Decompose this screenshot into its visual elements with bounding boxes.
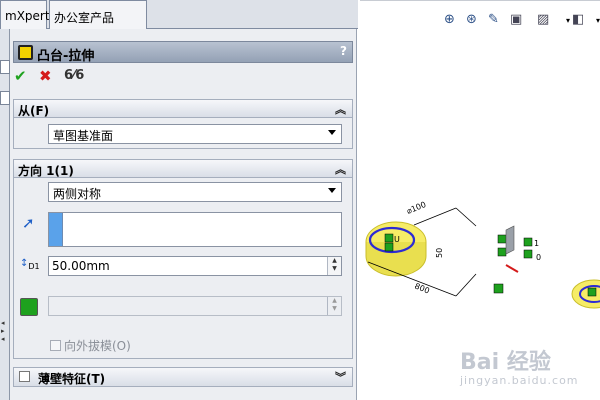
sliver-tab-2[interactable] xyxy=(0,91,10,105)
sketch-relation-marker xyxy=(587,287,597,297)
sketch-relation-marker xyxy=(523,249,533,259)
from-start-condition-value: 草图基准面 xyxy=(53,129,114,143)
reverse-direction-arrow-icon[interactable]: ➚ xyxy=(22,214,35,232)
display-style-dropdown-icon[interactable]: ▾ xyxy=(596,16,600,25)
end-condition-select[interactable]: 两侧对称 xyxy=(48,182,342,202)
zoom-to-area-icon[interactable]: ⊛ xyxy=(466,12,477,27)
viewport-top-edge xyxy=(360,0,600,4)
from-group-header[interactable]: 从(F) ︽ xyxy=(14,100,352,118)
selection-box-highlight xyxy=(49,213,63,246)
property-manager-header: 凸台-拉伸 ? xyxy=(13,41,353,64)
watermark: Bai 经验 jingyan.baidu.com xyxy=(460,344,579,387)
view-orientation-dropdown-icon[interactable]: ▾ xyxy=(566,16,570,25)
sketch-label-1: 1 xyxy=(534,239,539,248)
draft-spin-buttons: ▲ ▼ xyxy=(327,297,341,315)
draft-outward-label: 向外拔模(O) xyxy=(64,339,131,353)
watermark-sub: jingyan.baidu.com xyxy=(460,374,579,387)
panel-collapse-arrows[interactable]: ◂ ▸ ◂ xyxy=(1,319,5,343)
ok-check-icon[interactable]: ✔ xyxy=(14,67,27,85)
zoom-to-fit-icon[interactable]: ⊕ xyxy=(444,12,455,27)
draft-on-off-icon[interactable] xyxy=(20,298,38,316)
collapse-chevron-icon[interactable]: ︽ xyxy=(335,161,346,177)
dimension-small: 50 xyxy=(435,248,444,258)
end-condition-value: 两侧对称 xyxy=(53,187,102,201)
dim-line-width-ext xyxy=(455,273,477,297)
thin-feature-group: 薄壁特征(T) ︾ xyxy=(13,367,353,387)
extrude-drag-handle[interactable] xyxy=(505,225,515,255)
origin-marker xyxy=(493,283,504,294)
dim-line-dia-ext xyxy=(455,207,477,227)
previous-view-icon[interactable]: ✎ xyxy=(488,12,499,27)
section-view-icon[interactable]: ▣ xyxy=(510,12,522,27)
thin-feature-title: 薄壁特征(T) xyxy=(38,372,106,386)
dropdown-arrow-icon xyxy=(328,130,336,135)
sketch-relation-marker xyxy=(384,242,394,252)
thin-feature-checkbox[interactable] xyxy=(19,371,30,382)
tab-bar: mXpert 办公室产品 xyxy=(0,0,358,29)
origin-marker xyxy=(497,234,507,244)
property-manager: 凸台-拉伸 ? ✔ ✖ 6⁄6 从(F) ︽ 草图基准面 方向 1(1) ︽ 两… xyxy=(10,29,357,400)
from-group-title: 从(F) xyxy=(18,104,50,118)
dropdown-arrow-icon xyxy=(328,188,336,193)
sketch-relation-marker xyxy=(384,233,394,243)
direction1-group: 方向 1(1) ︽ 两侧对称 ➚ ↕D1 50.00mm ▲ ▼ ▲ ▼ 向外拔模(… xyxy=(13,159,353,359)
feature-title: 凸台-拉伸 xyxy=(37,49,95,64)
sliver-tab-1[interactable] xyxy=(0,60,10,74)
draft-outward-checkbox: 向外拔模(O) xyxy=(50,337,131,354)
sketch-label-0: 0 xyxy=(536,253,541,262)
depth-icon-label: D1 xyxy=(28,262,40,271)
thin-feature-group-header[interactable]: 薄壁特征(T) ︾ xyxy=(14,368,352,386)
direction-reference-selection-box[interactable] xyxy=(48,212,342,247)
tab-office-products[interactable]: 办公室产品 xyxy=(49,0,147,29)
direction1-group-title: 方向 1(1) xyxy=(18,164,74,178)
from-start-condition-select[interactable]: 草图基准面 xyxy=(48,124,342,144)
depth-value: 50.00mm xyxy=(52,259,110,273)
draft-angle-spinbox: ▲ ▼ xyxy=(48,296,342,316)
depth-spinbox[interactable]: 50.00mm ▲ ▼ xyxy=(48,256,342,276)
boss-extrude-icon xyxy=(18,45,33,60)
x-axis-arrow xyxy=(505,264,519,273)
watermark-main: Bai 经验 xyxy=(460,350,551,375)
sketch-relation-marker xyxy=(523,237,533,247)
from-group: 从(F) ︽ 草图基准面 xyxy=(13,99,353,149)
sketch-label-u: U xyxy=(394,235,400,244)
view-orientation-icon[interactable]: ▨ xyxy=(537,12,549,27)
dimension-width: 800 xyxy=(413,282,431,296)
depth-spin-buttons[interactable]: ▲ ▼ xyxy=(327,257,341,275)
tab-mxpert[interactable]: mXpert xyxy=(0,0,50,29)
depth-dimension-icon: ↕D1 xyxy=(20,258,40,271)
collapse-chevron-icon[interactable]: ︽ xyxy=(335,101,346,117)
detailed-preview-icon[interactable]: 6⁄6 xyxy=(64,68,84,83)
draft-outward-checkbox-box xyxy=(50,340,61,351)
origin-marker xyxy=(497,247,507,257)
model-scene[interactable]: U ⌀100 800 50 1 0 xyxy=(358,190,600,340)
feature-manager-edge: ◂ ▸ ◂ xyxy=(0,29,10,400)
app-window: mXpert 办公室产品 ◂ ▸ ◂ 凸台-拉伸 ? ✔ ✖ 6⁄6 从(F) ︽ … xyxy=(0,0,600,400)
help-button[interactable]: ? xyxy=(340,44,347,58)
display-style-icon[interactable]: ◧ xyxy=(572,12,584,27)
dimension-diameter: ⌀100 xyxy=(405,200,427,216)
cancel-x-icon[interactable]: ✖ xyxy=(39,67,52,85)
direction1-group-header[interactable]: 方向 1(1) ︽ xyxy=(14,160,352,178)
expand-chevron-icon[interactable]: ︾ xyxy=(335,369,346,385)
